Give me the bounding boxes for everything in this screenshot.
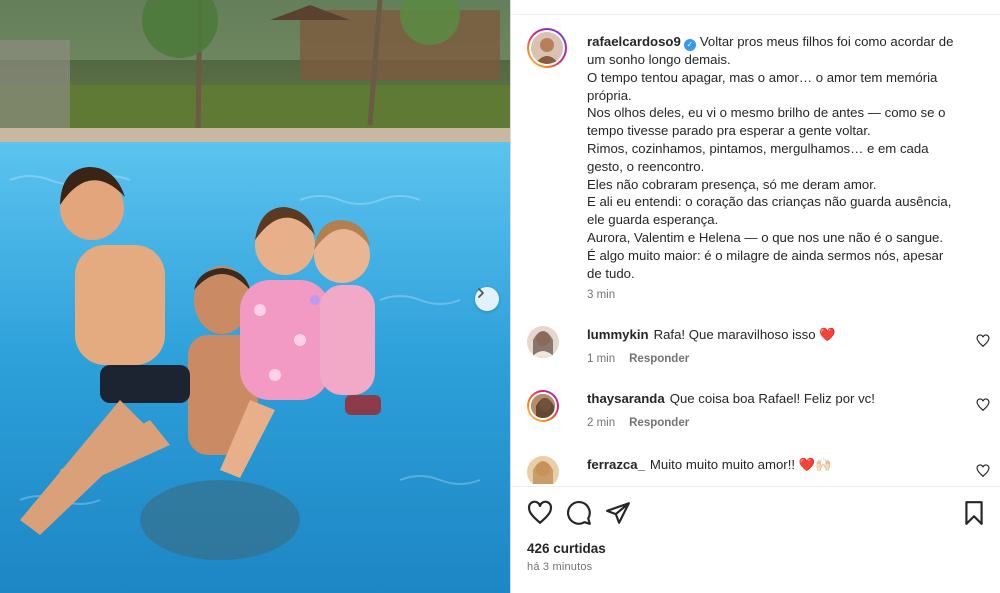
actions-divider xyxy=(511,486,1000,487)
commenter-avatar-image xyxy=(531,394,555,418)
post-action-bar xyxy=(527,500,987,526)
comment-meta: 2 min Responder xyxy=(587,417,689,429)
commenter-avatar-image xyxy=(527,456,559,484)
caption-line: um sonho longo demais. xyxy=(587,52,731,67)
commenter-avatar[interactable] xyxy=(527,456,559,484)
commenter-avatar-image xyxy=(527,326,559,358)
comment-text: lummykin Rafa! Que maravilhoso isso ❤️ xyxy=(587,327,836,343)
chevron-right-icon xyxy=(478,288,484,298)
header-divider xyxy=(511,14,1000,15)
reply-button[interactable]: Responder xyxy=(629,353,689,365)
caption-line: Nos olhos deles, eu vi o mesmo brilho de… xyxy=(587,105,946,121)
comment-like-heart-icon[interactable] xyxy=(976,334,990,348)
comment-body: Rafa! Que maravilhoso isso ❤️ xyxy=(653,327,836,342)
comment-item: ferrazca_ Muito muito muito amor!! ❤️🙌🏻 xyxy=(527,456,992,484)
comment-text: thaysaranda Que coisa boa Rafael! Feliz p… xyxy=(587,391,875,406)
caption-line: Rimos, cozinhamos, pintamos, mergulhamos… xyxy=(587,140,929,156)
reply-button[interactable]: Responder xyxy=(629,417,689,429)
caption-line: de tudo. xyxy=(587,265,635,281)
author-avatar-image xyxy=(531,32,563,64)
caption-line: própria. xyxy=(587,87,632,103)
comment-text: ferrazca_ Muito muito muito amor!! ❤️🙌🏻 xyxy=(587,457,832,473)
comment-body: Muito muito muito amor!! ❤️🙌🏻 xyxy=(649,457,832,472)
bookmark-icon[interactable] xyxy=(961,500,987,526)
author-avatar[interactable] xyxy=(527,28,567,68)
comment-body: Que coisa boa Rafael! Feliz por vc! xyxy=(669,391,875,406)
comment-like-heart-icon[interactable] xyxy=(976,398,990,412)
commenter-username[interactable]: thaysaranda xyxy=(587,391,665,406)
verified-badge-icon: ✓ xyxy=(683,39,696,51)
heart-icon[interactable] xyxy=(527,500,553,526)
instagram-post-view: rafaelcardoso9 ✓ Voltar pros meus filhos f… xyxy=(0,0,1000,593)
next-photo-button[interactable] xyxy=(475,287,499,311)
commenter-username[interactable]: lummykin xyxy=(587,327,649,342)
post-details-panel: rafaelcardoso9 ✓ Voltar pros meus filhos f… xyxy=(510,0,1000,593)
post-photo[interactable] xyxy=(0,0,510,593)
caption-line: Eles não cobraram presença, só me deram … xyxy=(587,176,877,192)
like-count[interactable]: 426 curtidas xyxy=(527,541,606,556)
comment-bubble-icon[interactable] xyxy=(566,500,592,526)
comment-like-heart-icon[interactable] xyxy=(976,464,990,478)
caption-timestamp[interactable]: 3 min xyxy=(587,289,615,301)
caption-line: gesto, o reencontro. xyxy=(587,158,705,174)
caption-line: Aurora, Valentim e Helena — o que nos un… xyxy=(587,229,944,245)
comment-timestamp: 1 min xyxy=(587,353,616,365)
caption-line: ele guarda esperança. xyxy=(587,212,719,228)
paper-plane-icon[interactable] xyxy=(605,500,631,526)
commenter-username[interactable]: ferrazca_ xyxy=(587,457,645,472)
caption-line: tempo tivesse parado pra esperar a gente… xyxy=(587,123,871,139)
pool-photo-illustration xyxy=(0,0,510,593)
comment-meta: 1 min Responder xyxy=(587,353,689,365)
caption-line: O tempo tentou apagar, mas o amor… o amo… xyxy=(587,69,938,85)
caption-line: Voltar pros meus filhos foi como acordar… xyxy=(699,34,954,49)
comment-item: thaysaranda Que coisa boa Rafael! Feliz p… xyxy=(527,390,992,430)
author-username[interactable]: rafaelcardoso9 xyxy=(587,34,681,49)
caption-line: É algo muito maior: é o milagre de ainda… xyxy=(587,247,944,263)
commenter-avatar[interactable] xyxy=(527,390,559,422)
post-timestamp[interactable]: há 3 minutos xyxy=(527,561,592,573)
comment-item: lummykin Rafa! Que maravilhoso isso ❤️ 1 … xyxy=(527,326,992,366)
caption-body: rafaelcardoso9 ✓ Voltar pros meus filhos f… xyxy=(587,33,992,282)
commenter-avatar[interactable] xyxy=(527,326,559,358)
comment-timestamp: 2 min xyxy=(587,417,616,429)
caption-line: E ali eu entendi: o coração das crianças… xyxy=(587,194,952,210)
